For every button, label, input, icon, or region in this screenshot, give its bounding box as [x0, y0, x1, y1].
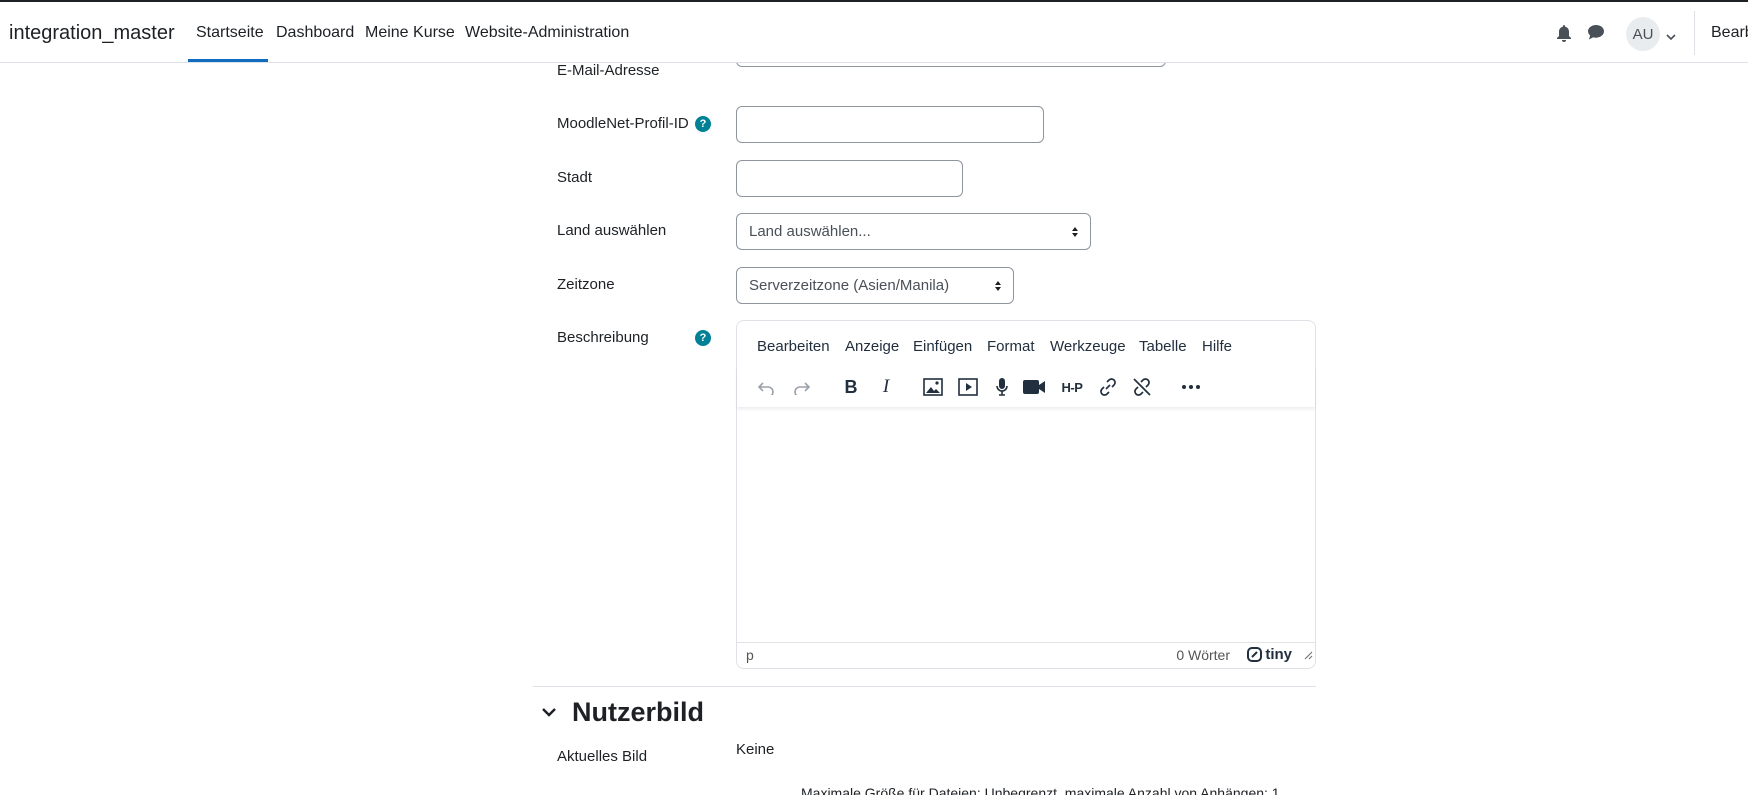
site-brand[interactable]: integration_master — [9, 22, 175, 45]
select-arrows-icon — [994, 279, 1002, 296]
country-select[interactable]: Land auswählen... — [736, 213, 1091, 250]
bold-icon[interactable]: B — [837, 373, 865, 401]
editor-content-area[interactable] — [737, 409, 1315, 642]
h5p-icon[interactable]: H-P — [1058, 373, 1086, 401]
country-label: Land auswählen — [557, 222, 667, 239]
timezone-select-value: Serverzeitzone (Asien/Manila) — [749, 277, 950, 294]
media-icon[interactable] — [954, 373, 982, 401]
select-arrows-icon — [1071, 225, 1079, 242]
section-title-nutzerbild[interactable]: Nutzerbild — [572, 697, 704, 728]
menu-bearbeiten[interactable]: Bearbeiten — [757, 338, 830, 355]
current-picture-value: Keine — [736, 741, 775, 758]
microphone-icon[interactable] — [988, 373, 1016, 401]
help-icon[interactable]: ? — [695, 330, 711, 346]
editor-menubar: Bearbeiten Anzeige Einfügen Format Werkz… — [737, 321, 1315, 367]
file-limit-note: Maximale Größe für Dateien: Unbegrenzt, … — [801, 785, 1280, 795]
nav-link-website-administration[interactable]: Website-Administration — [465, 24, 629, 42]
more-icon[interactable] — [1177, 373, 1205, 401]
menu-hilfe[interactable]: Hilfe — [1202, 338, 1232, 355]
messages-icon[interactable] — [1587, 24, 1605, 46]
editor-toolbar: B I H-P — [737, 367, 1315, 407]
section-divider — [533, 686, 1316, 687]
edit-mode-label[interactable]: Bearb — [1711, 24, 1748, 42]
description-label: Beschreibung — [557, 329, 649, 346]
image-icon[interactable] — [919, 373, 947, 401]
moodlenet-profile-id-field[interactable] — [736, 106, 1044, 143]
chevron-down-icon[interactable] — [541, 705, 557, 723]
video-camera-icon[interactable] — [1020, 373, 1048, 401]
rich-text-editor: Bearbeiten Anzeige Einfügen Format Werkz… — [736, 320, 1316, 669]
menu-anzeige[interactable]: Anzeige — [845, 338, 899, 355]
element-path[interactable]: p — [746, 647, 754, 663]
country-select-value: Land auswählen... — [749, 223, 871, 240]
chevron-down-icon[interactable] — [1666, 28, 1676, 46]
menu-format[interactable]: Format — [987, 338, 1035, 355]
moodlenet-label: MoodleNet-Profil-ID — [557, 115, 689, 132]
help-icon[interactable]: ? — [695, 116, 711, 132]
tiny-logo[interactable]: tiny — [1247, 646, 1292, 663]
menu-einfuegen[interactable]: Einfügen — [913, 338, 972, 355]
nav-link-startseite[interactable]: Startseite — [196, 24, 264, 42]
user-avatar[interactable]: AU — [1626, 17, 1660, 51]
timezone-label: Zeitzone — [557, 276, 615, 293]
city-label: Stadt — [557, 169, 593, 186]
editor-statusbar: p 0 Wörter tiny — [737, 642, 1315, 668]
timezone-select[interactable]: Serverzeitzone (Asien/Manila) — [736, 267, 1014, 304]
word-count[interactable]: 0 Wörter — [1176, 647, 1230, 663]
nav-link-meine-kurse[interactable]: Meine Kurse — [365, 24, 455, 42]
italic-icon[interactable]: I — [872, 373, 900, 401]
nav-link-dashboard[interactable]: Dashboard — [276, 24, 354, 42]
resize-handle-icon[interactable] — [1303, 647, 1313, 665]
current-picture-label: Aktuelles Bild — [557, 748, 648, 765]
link-icon[interactable] — [1094, 373, 1122, 401]
top-navbar: integration_master Startseite Dashboard … — [0, 0, 1748, 63]
tiny-brand-text: tiny — [1265, 646, 1292, 663]
unlink-icon[interactable] — [1128, 373, 1156, 401]
menu-werkzeuge[interactable]: Werkzeuge — [1050, 338, 1126, 355]
email-label: E-Mail-Adresse — [557, 62, 660, 79]
notification-bell-icon[interactable] — [1556, 24, 1572, 47]
navbar-divider — [1694, 11, 1695, 55]
active-tab-indicator — [188, 59, 268, 62]
undo-icon[interactable] — [752, 373, 780, 401]
city-field[interactable] — [736, 160, 963, 197]
menu-tabelle[interactable]: Tabelle — [1139, 338, 1187, 355]
redo-icon[interactable] — [788, 373, 816, 401]
